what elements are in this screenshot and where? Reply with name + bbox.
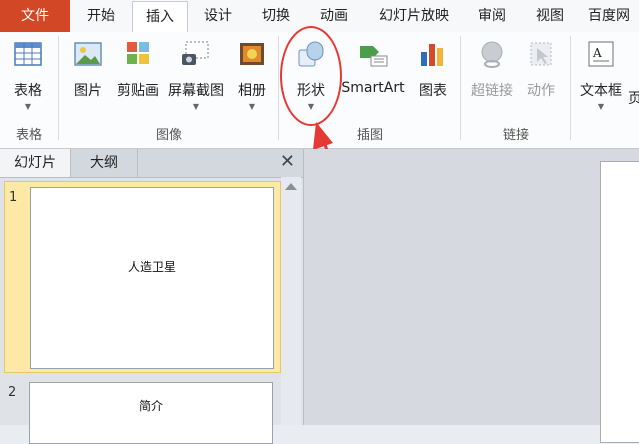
- close-icon[interactable]: ✕: [280, 151, 295, 172]
- slide-title: 人造卫星: [127, 260, 176, 274]
- slide-preview: 简介: [29, 382, 273, 444]
- slide-number: 1: [9, 190, 18, 205]
- scroll-up-icon[interactable]: [285, 183, 297, 190]
- current-slide[interactable]: [600, 161, 639, 443]
- pane-scrollbar[interactable]: [281, 177, 301, 425]
- tab-slides[interactable]: 幻灯片: [0, 149, 71, 177]
- slide-number: 2: [8, 385, 17, 400]
- slides-pane: 幻灯片 大纲 ✕ 1 人造卫星 2 简介: [0, 149, 304, 444]
- slide-editing-area[interactable]: [304, 149, 639, 443]
- slide-preview: 人造卫星: [30, 187, 274, 369]
- pane-tabs: 幻灯片 大纲 ✕: [0, 149, 303, 178]
- slide-thumbnail-1[interactable]: 1 人造卫星: [4, 181, 281, 373]
- slide-title: 简介: [138, 399, 163, 413]
- slide-thumbnail-2[interactable]: 2 简介: [4, 377, 279, 444]
- tab-outline[interactable]: 大纲: [71, 149, 138, 177]
